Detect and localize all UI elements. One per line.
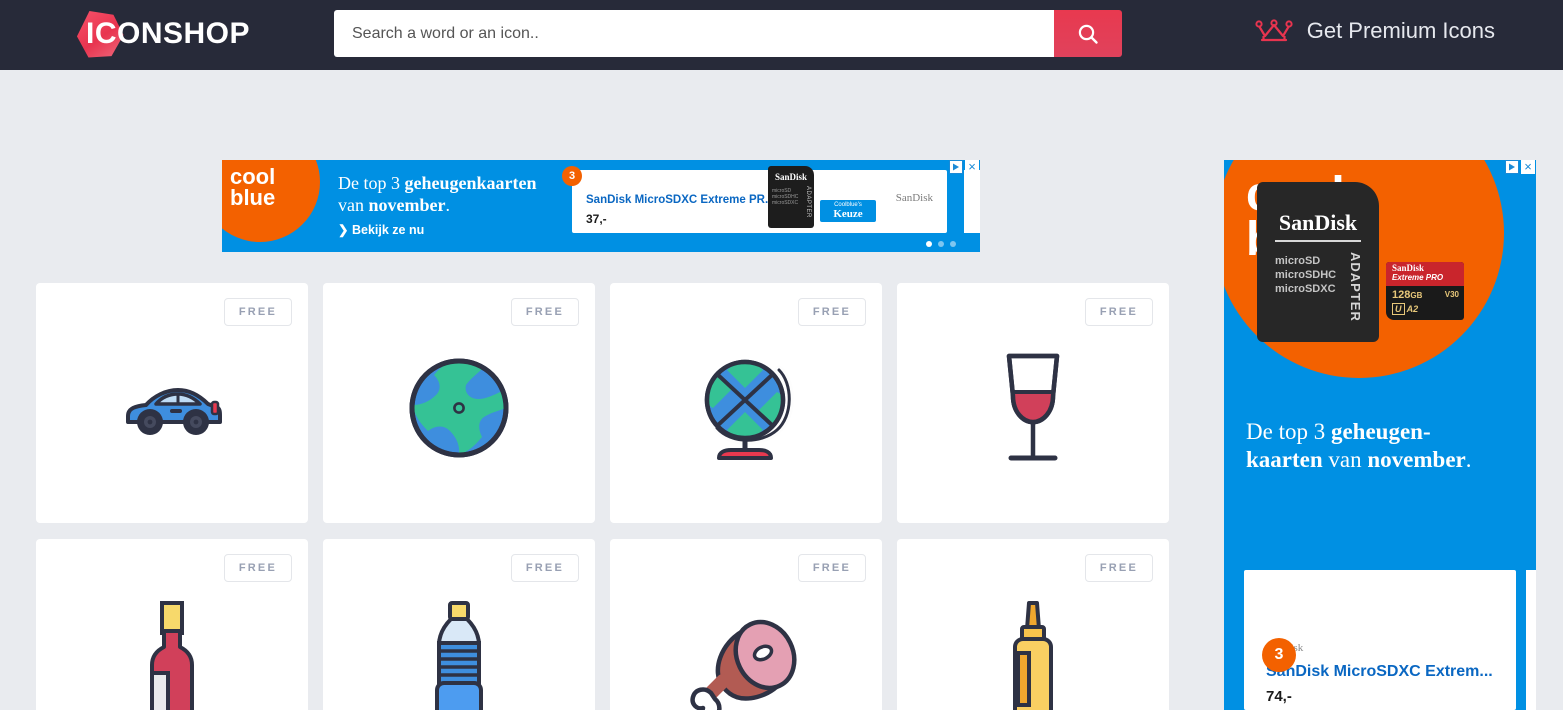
sidebar-headline: De top 3 geheugen-kaarten van november. — [1246, 418, 1521, 474]
microsd-a2-label: A2 — [1406, 304, 1419, 314]
sidebar-product-price: 74,- — [1266, 688, 1292, 705]
banner-ad-controls[interactable]: × — [949, 160, 979, 174]
icon-card-desk-globe[interactable]: FREE — [610, 283, 882, 523]
close-icon[interactable]: × — [965, 160, 979, 174]
coolblue-logo-line2: blue — [230, 185, 276, 210]
banner-carousel-dots[interactable] — [926, 241, 956, 247]
ham-icon — [687, 609, 805, 710]
sidebar-headline-mid: van — [1328, 447, 1368, 472]
free-badge: FREE — [1084, 298, 1153, 326]
carousel-dot[interactable] — [926, 241, 932, 247]
sandisk-card-brand: SanDisk — [774, 172, 808, 182]
desk-globe-icon — [693, 354, 799, 467]
free-badge: FREE — [223, 554, 292, 582]
microsd-brand: SanDisk — [1392, 263, 1425, 273]
sandisk-microsd-image: SanDisk Extreme PRO 128GB U A2 V30 — [1386, 262, 1464, 320]
microsd-class: V30 — [1444, 290, 1459, 299]
site-logo[interactable]: ICONSHOP — [68, 8, 268, 60]
carousel-dot[interactable] — [950, 241, 956, 247]
icon-card-car[interactable]: FREE — [36, 283, 308, 523]
coolblue-keuze-badge: Coolblue's Keuze — [820, 200, 876, 222]
get-premium-icons-link[interactable]: Get Premium Icons — [1255, 18, 1495, 44]
mustard-bottle-icon — [1005, 599, 1061, 710]
banner-rank-badge: 3 — [562, 166, 582, 186]
water-bottle-icon — [431, 599, 487, 710]
search-bar[interactable] — [334, 10, 1122, 57]
banner-cta-label: Bekijk ze nu — [351, 223, 425, 237]
icon-card-wine-bottle[interactable]: FREE — [36, 539, 308, 710]
premium-label: Get Premium Icons — [1306, 18, 1495, 43]
microsd-capacity: 128GB — [1392, 289, 1422, 301]
sidebar-product-title[interactable]: SanDisk MicroSDXC Extrem... — [1266, 663, 1493, 681]
microsd-capacity-unit: GB — [1410, 291, 1423, 300]
sandisk-card-adapter: ADAPTER — [805, 186, 811, 218]
sidebar-headline-bold1: geheugen- — [1330, 419, 1431, 444]
banner-headline-bold2: november — [368, 195, 446, 215]
microsd-a2: U A2 — [1392, 303, 1419, 315]
icon-grid: FREE FREE FREE FREE FREE FREE FREE FREE — [36, 283, 1169, 710]
icon-card-mustard-bottle[interactable]: FREE — [897, 539, 1169, 710]
search-icon — [1078, 24, 1098, 44]
sidebar-product-card-next[interactable] — [1526, 570, 1536, 710]
free-badge: FREE — [223, 298, 292, 326]
banner-product-card[interactable]: SanDisk MicroSDXC Extreme PR... 37,- San… — [572, 170, 947, 233]
top-banner-ad[interactable]: cool blue De top 3 geheugenkaarten van n… — [222, 160, 980, 252]
microsd-extreme-label: Extreme PRO — [1392, 273, 1444, 282]
sidebar-headline-end: . — [1465, 447, 1472, 472]
free-badge: FREE — [797, 554, 866, 582]
wine-glass-icon — [995, 350, 1071, 471]
free-badge: FREE — [1084, 554, 1153, 582]
sidebar-gutter — [1215, 158, 1224, 710]
banner-product-card-next[interactable] — [964, 170, 980, 233]
crown-icon — [1255, 19, 1293, 42]
keuze-line2: Keuze — [833, 208, 863, 220]
carousel-dot[interactable] — [938, 241, 944, 247]
sidebar-ad[interactable]: cool blue De top 3 geheugen-kaarten van … — [1224, 160, 1536, 710]
icon-card-water-bottle[interactable]: FREE — [323, 539, 595, 710]
sandisk-card-lines: microSD microSDHC microSDXC — [1275, 255, 1337, 295]
microsd-top-band: SanDisk Extreme PRO — [1386, 262, 1464, 286]
banner-cta-link[interactable]: ❯ Bekijk ze nu — [338, 222, 424, 237]
sidebar-headline-bold2: november — [1367, 447, 1466, 472]
free-badge: FREE — [510, 298, 579, 326]
coolblue-logo: cool blue — [230, 166, 276, 210]
sandisk-adapter-card-image: SanDisk microSD microSDHC microSDXC ADAPTE… — [768, 166, 814, 228]
icon-card-ham[interactable]: FREE — [610, 539, 882, 710]
banner-headline-pre: De top 3 — [338, 173, 405, 193]
banner-headline-bold1: geheugenkaarten — [404, 173, 537, 193]
wine-bottle-icon — [142, 599, 202, 710]
banner-product-brand: SanDisk — [895, 192, 933, 204]
sidebar-rank-badge: 3 — [1262, 638, 1296, 672]
banner-product-price: 37,- — [586, 212, 607, 226]
free-badge: FREE — [510, 554, 579, 582]
free-badge: FREE — [797, 298, 866, 326]
chevron-right-icon: ❯ — [338, 223, 349, 237]
microsd-capacity-number: 128 — [1392, 289, 1411, 301]
close-icon[interactable]: × — [1521, 160, 1535, 174]
sandisk-card-adapter: ADAPTER — [1348, 252, 1363, 322]
sidebar-headline-pre: De top 3 — [1246, 419, 1331, 444]
sandisk-card-lines: microSD microSDHC microSDXC — [772, 188, 799, 206]
icon-card-earth[interactable]: FREE — [323, 283, 595, 523]
logo-text: ICONSHOP — [86, 17, 251, 50]
sandisk-card-rule — [1275, 240, 1361, 242]
search-submit-button[interactable] — [1054, 10, 1122, 57]
sandisk-adapter-card-image: SanDisk microSD microSDHC microSDXC ADAPTE… — [1257, 182, 1379, 342]
sidebar-headline-bold1b: kaarten — [1246, 447, 1329, 472]
banner-headline: De top 3 geheugenkaarten van november. — [338, 172, 588, 216]
earth-icon — [406, 355, 512, 466]
banner-headline-mid: van — [338, 195, 369, 215]
sidebar-ad-controls[interactable]: × — [1505, 160, 1535, 174]
adchoices-icon[interactable] — [949, 160, 963, 174]
sandisk-card-brand: SanDisk — [1278, 210, 1358, 235]
car-icon — [120, 376, 224, 445]
search-input[interactable] — [334, 10, 1054, 57]
banner-headline-end: . — [445, 195, 450, 215]
page-body: cool blue De top 3 geheugenkaarten van n… — [0, 70, 1563, 710]
banner-product-title[interactable]: SanDisk MicroSDXC Extreme PR... — [586, 194, 775, 206]
site-header: ICONSHOP Get Premium Icons — [0, 0, 1563, 70]
icon-card-wine-glass[interactable]: FREE — [897, 283, 1169, 523]
adchoices-icon[interactable] — [1505, 160, 1519, 174]
